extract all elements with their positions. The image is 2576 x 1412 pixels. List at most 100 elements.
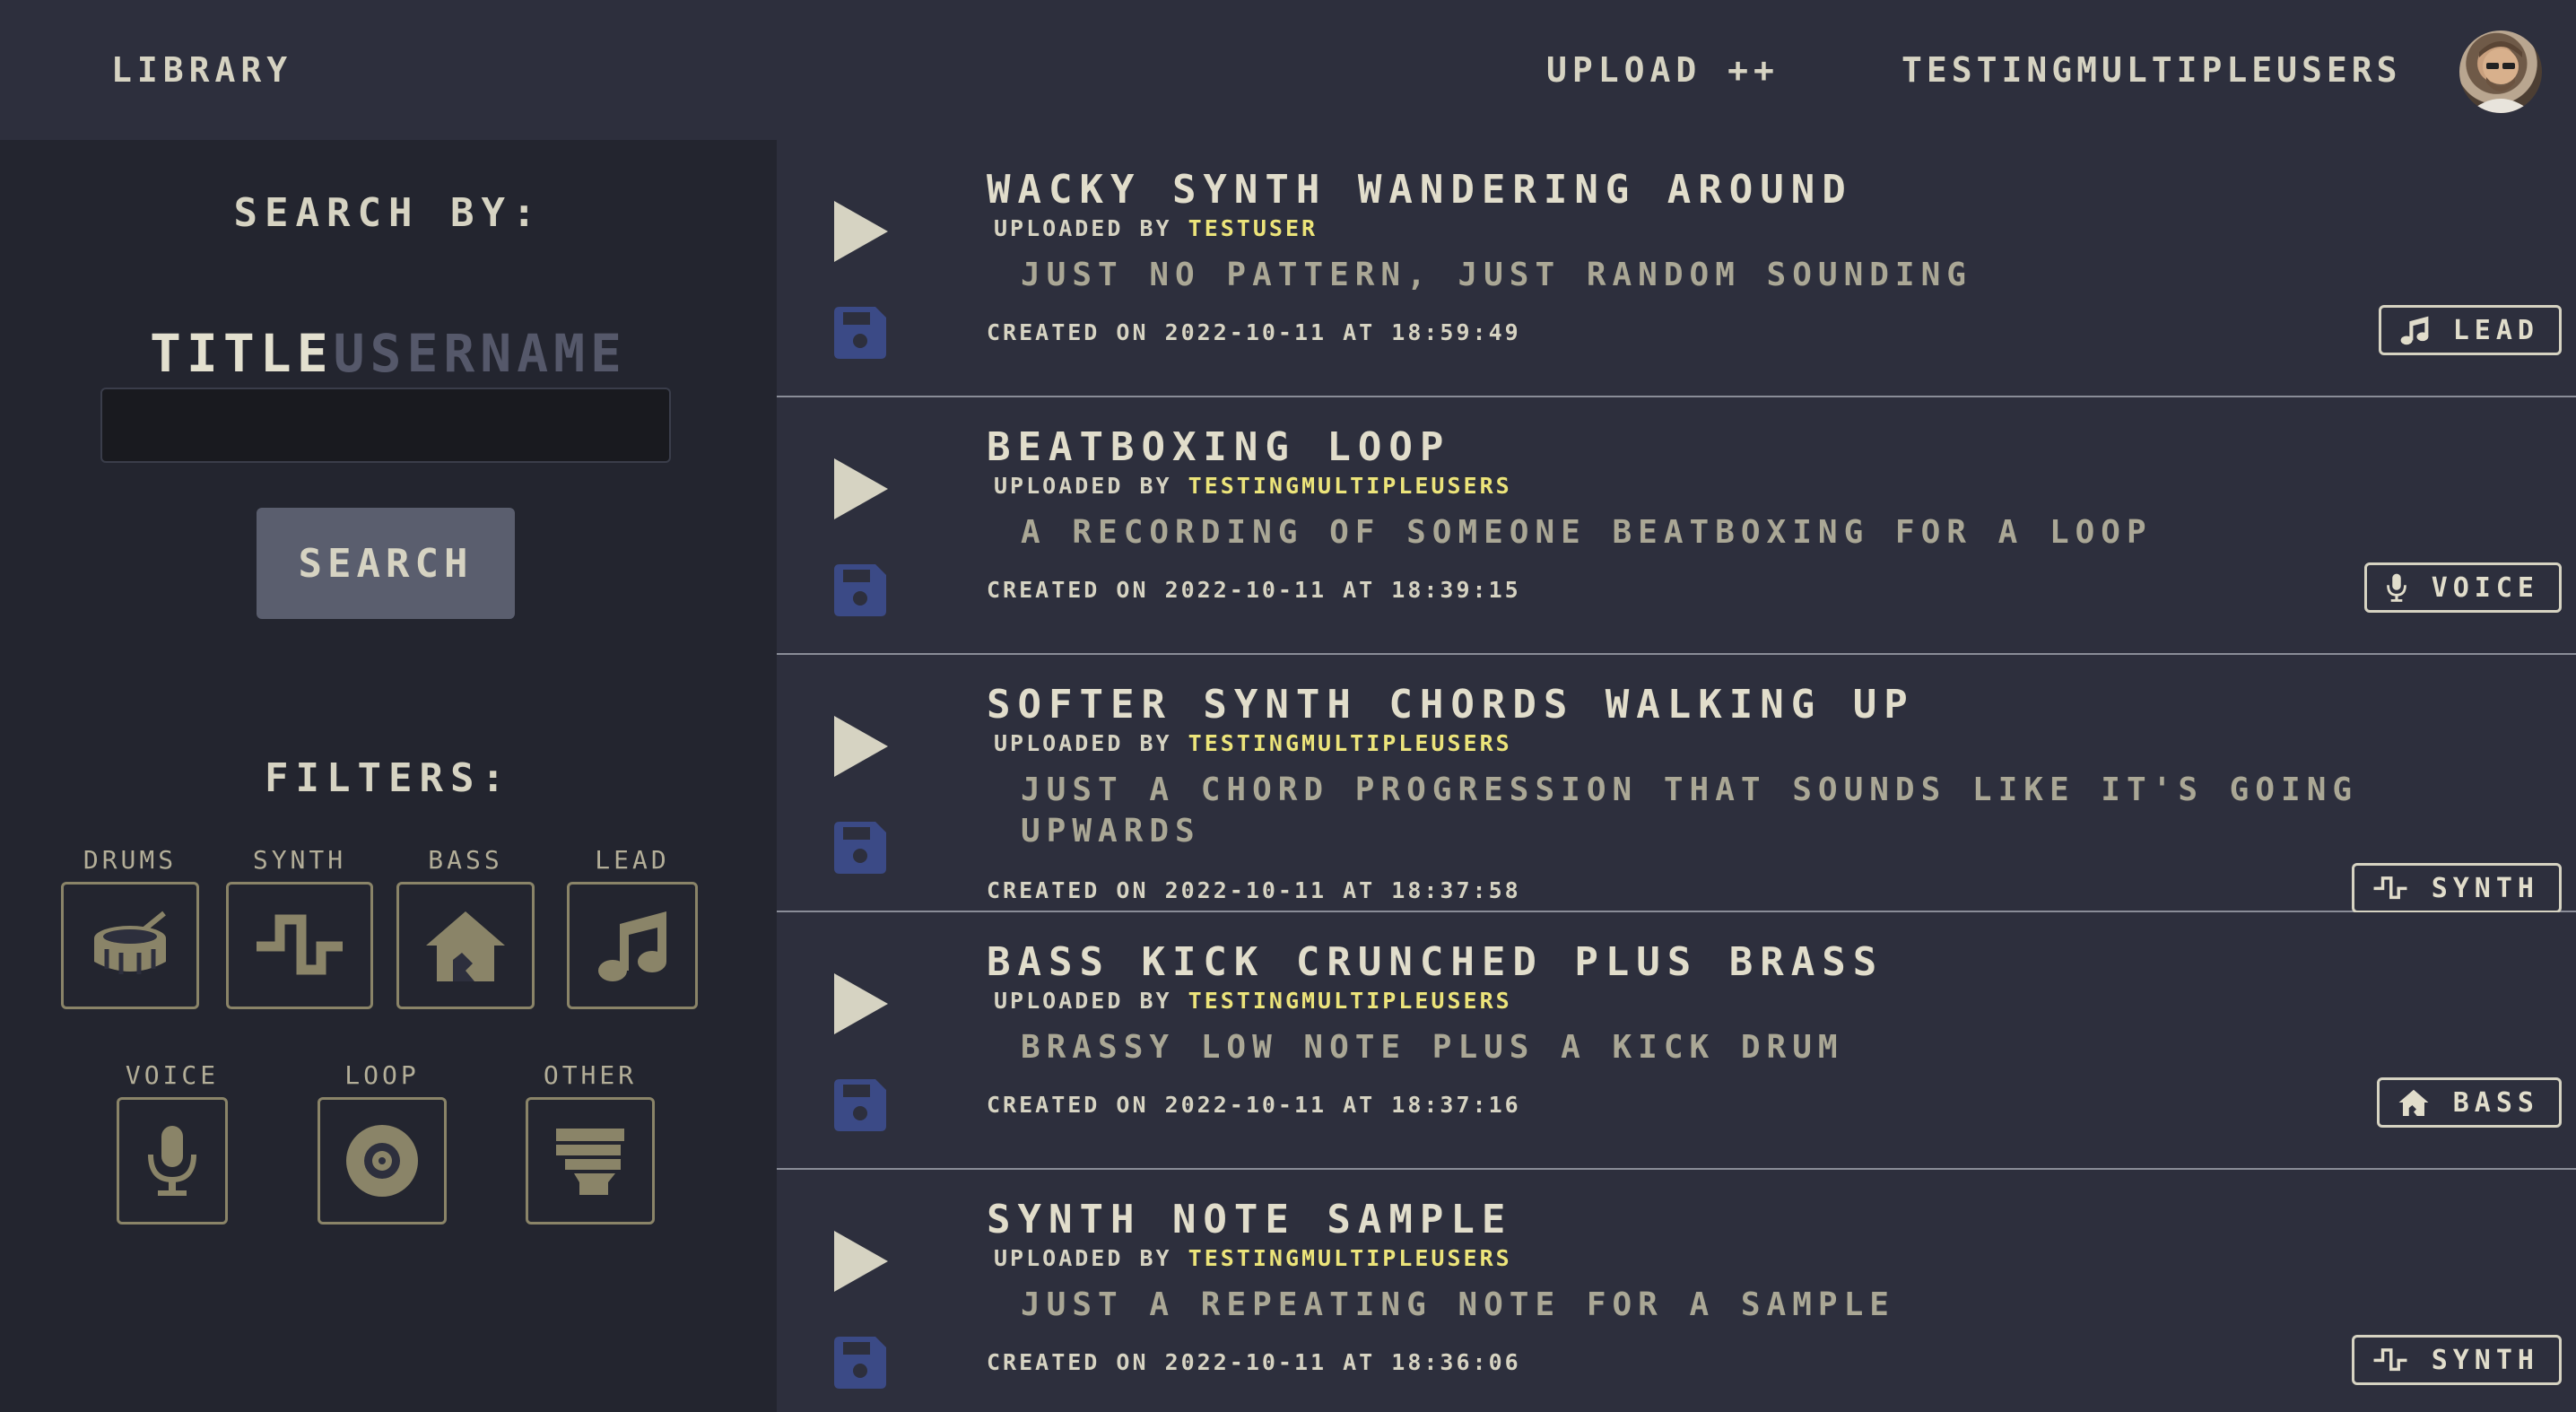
play-icon[interactable]	[832, 199, 890, 264]
uploaded-by-label: UPLOADED BY	[994, 215, 1172, 241]
filter-label: VOICE	[125, 1060, 220, 1090]
save-icon[interactable]	[834, 1337, 886, 1389]
save-icon[interactable]	[834, 1079, 886, 1131]
sample-description: BRASSY LOW NOTE PLUS A KICK DRUM	[1021, 1029, 1844, 1066]
sample-tag-label: BASS	[2452, 1086, 2539, 1119]
music-note-icon	[2400, 316, 2429, 345]
sample-description: JUST NO PATTERN, JUST RANDOM SOUNDING	[1021, 257, 1972, 293]
filter-drums: DRUMS	[61, 845, 199, 1009]
play-icon[interactable]	[832, 457, 890, 521]
sample-tag-label: SYNTH	[2431, 872, 2539, 904]
filter-synth: SYNTH	[226, 845, 373, 1009]
filters-heading: FILTERS:	[265, 755, 512, 801]
sample-title[interactable]: BASS KICK CRUNCHED PLUS BRASS	[987, 939, 1884, 985]
filter-other: OTHER	[526, 1060, 655, 1225]
sample-tag[interactable]: SYNTH	[2351, 863, 2562, 913]
sample-card: BEATBOXING LOOP UPLOADED BY TESTINGMULTI…	[777, 397, 2576, 655]
house-icon	[2398, 1089, 2429, 1116]
search-input[interactable]	[100, 388, 671, 463]
sample-description: A RECORDING OF SOMEONE BEATBOXING FOR A …	[1021, 514, 2153, 551]
filter-lead: LEAD	[567, 845, 698, 1009]
top-nav-bar: LIBRARY UPLOAD ++ TESTINGMULTIPLEUSERS	[0, 0, 2576, 140]
filter-loop: LOOP	[318, 1060, 447, 1225]
uploader-link[interactable]: TESTINGMULTIPLEUSERS	[1188, 988, 1512, 1014]
filter-label: OTHER	[543, 1060, 638, 1090]
sample-created-date: CREATED ON 2022-10-11 AT 18:37:58	[987, 877, 1521, 903]
microphone-icon	[2386, 573, 2406, 602]
filter-synth-button[interactable]	[226, 882, 373, 1009]
sample-created-date: CREATED ON 2022-10-11 AT 18:39:15	[987, 577, 1521, 603]
sample-tag-label: SYNTH	[2431, 1344, 2539, 1376]
search-sidebar: SEARCH BY: TITLEUSERNAME SEARCH FILTERS:…	[0, 140, 777, 1412]
avatar[interactable]	[2459, 31, 2542, 113]
save-icon[interactable]	[834, 307, 886, 359]
search-mode-username[interactable]: USERNAME	[334, 323, 627, 384]
house-icon	[426, 911, 505, 981]
sample-created-date: CREATED ON 2022-10-11 AT 18:59:49	[987, 319, 1521, 345]
uploader-link[interactable]: TESTINGMULTIPLEUSERS	[1188, 730, 1512, 756]
filter-lead-button[interactable]	[567, 882, 698, 1009]
search-mode-title[interactable]: TITLE	[150, 323, 334, 384]
sample-title[interactable]: SOFTER SYNTH CHORDS WALKING UP	[987, 682, 1915, 728]
play-icon[interactable]	[832, 972, 890, 1036]
sample-title[interactable]: SYNTH NOTE SAMPLE	[987, 1197, 1512, 1242]
sample-title[interactable]: WACKY SYNTH WANDERING AROUND	[987, 167, 1853, 213]
filter-voice: VOICE	[117, 1060, 228, 1225]
sample-card: BASS KICK CRUNCHED PLUS BRASS UPLOADED B…	[777, 912, 2576, 1170]
save-icon[interactable]	[834, 564, 886, 616]
sample-card: SOFTER SYNTH CHORDS WALKING UP UPLOADED …	[777, 655, 2576, 913]
square-wave-icon	[2373, 1348, 2407, 1372]
square-wave-icon	[2373, 876, 2407, 900]
sample-list: WACKY SYNTH WANDERING AROUND UPLOADED BY…	[777, 140, 2576, 1412]
microphone-icon	[148, 1126, 196, 1196]
uploaded-by-label: UPLOADED BY	[994, 988, 1172, 1014]
filter-label: BASS	[428, 845, 503, 875]
fist-icon	[556, 1129, 624, 1195]
uploader-link[interactable]: TESTINGMULTIPLEUSERS	[1188, 1245, 1512, 1271]
uploader-link[interactable]: TESTINGMULTIPLEUSERS	[1188, 473, 1512, 499]
sample-tag[interactable]: SYNTH	[2351, 1335, 2562, 1385]
sample-description: JUST A CHORD PROGRESSION THAT SOUNDS LIK…	[1021, 771, 2359, 850]
filter-label: LEAD	[595, 845, 670, 875]
sample-tag[interactable]: LEAD	[2378, 305, 2562, 355]
filter-drums-button[interactable]	[61, 882, 199, 1009]
play-icon[interactable]	[832, 1229, 890, 1294]
sample-uploader: UPLOADED BY TESTUSER	[994, 215, 1318, 241]
play-icon[interactable]	[832, 714, 890, 779]
filter-bass: BASS	[396, 845, 535, 1009]
music-note-icon	[598, 911, 666, 981]
square-wave-icon	[257, 914, 343, 975]
sample-uploader: UPLOADED BY TESTINGMULTIPLEUSERS	[994, 988, 1512, 1014]
sample-description: JUST A REPEATING NOTE FOR A SAMPLE	[1021, 1286, 1895, 1323]
record-icon	[346, 1125, 418, 1197]
drum-icon	[94, 911, 166, 974]
search-button[interactable]: SEARCH	[257, 508, 515, 619]
sample-uploader: UPLOADED BY TESTINGMULTIPLEUSERS	[994, 730, 1512, 756]
sample-card: SYNTH NOTE SAMPLE UPLOADED BY TESTINGMUL…	[777, 1170, 2576, 1412]
search-by-heading: SEARCH BY:	[233, 190, 544, 236]
sample-tag-label: LEAD	[2452, 314, 2539, 346]
filter-voice-button[interactable]	[117, 1097, 228, 1225]
uploaded-by-label: UPLOADED BY	[994, 730, 1172, 756]
sample-created-date: CREATED ON 2022-10-11 AT 18:36:06	[987, 1349, 1521, 1375]
filter-loop-button[interactable]	[318, 1097, 447, 1225]
filter-label: LOOP	[344, 1060, 420, 1090]
save-icon[interactable]	[834, 822, 886, 874]
filter-label: SYNTH	[252, 845, 347, 875]
search-mode-toggle: TITLEUSERNAME	[0, 323, 777, 384]
sample-created-date: CREATED ON 2022-10-11 AT 18:37:16	[987, 1092, 1521, 1118]
filter-label: DRUMS	[83, 845, 178, 875]
uploaded-by-label: UPLOADED BY	[994, 1245, 1172, 1271]
nav-username-link[interactable]: TESTINGMULTIPLEUSERS	[1902, 50, 2402, 90]
nav-upload-link[interactable]: UPLOAD ++	[1546, 50, 1780, 90]
sample-card: WACKY SYNTH WANDERING AROUND UPLOADED BY…	[777, 140, 2576, 397]
filter-other-button[interactable]	[526, 1097, 655, 1225]
avatar-photo-icon	[2468, 41, 2533, 113]
sample-uploader: UPLOADED BY TESTINGMULTIPLEUSERS	[994, 1245, 1512, 1271]
sample-tag[interactable]: BASS	[2376, 1077, 2562, 1128]
sample-title[interactable]: BEATBOXING LOOP	[987, 424, 1450, 470]
uploader-link[interactable]: TESTUSER	[1188, 215, 1318, 241]
filter-bass-button[interactable]	[396, 882, 535, 1009]
sample-tag[interactable]: VOICE	[2363, 562, 2562, 613]
nav-library-link[interactable]: LIBRARY	[111, 50, 292, 90]
